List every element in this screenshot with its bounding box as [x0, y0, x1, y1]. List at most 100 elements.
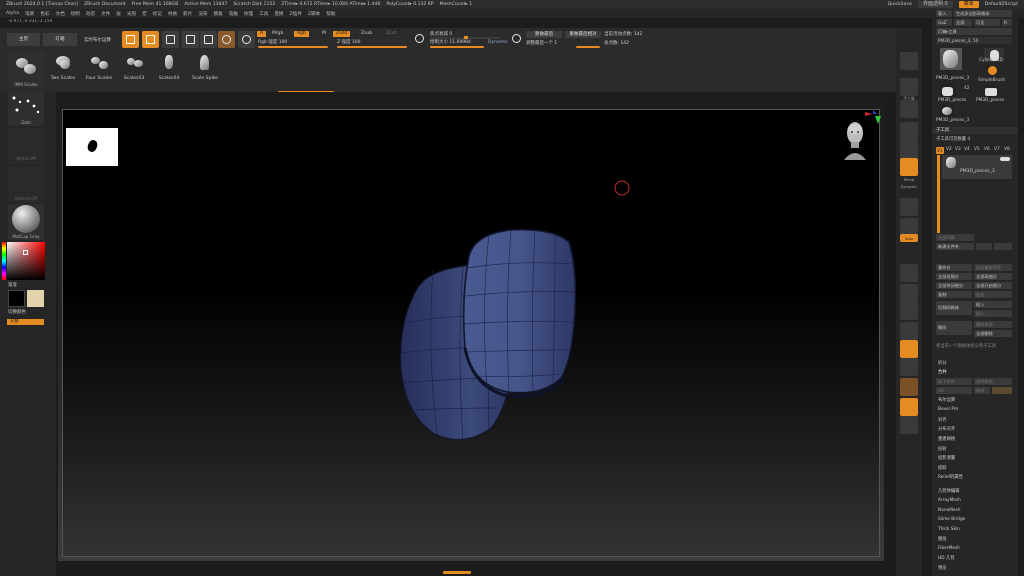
quicksave-button[interactable]: QuickSave [888, 2, 912, 7]
zoom-view-button[interactable] [900, 302, 918, 320]
brush-scale-spike[interactable]: Scale Spike [188, 52, 222, 81]
color-picker[interactable] [7, 242, 45, 280]
slime-bridge-menu[interactable]: Slime Bridge [938, 517, 965, 522]
menu-item[interactable]: 影片 [183, 11, 192, 17]
align-menu[interactable]: 对齐 [938, 417, 947, 423]
material-icon-button[interactable] [900, 52, 918, 70]
switch-color-button[interactable]: 切换颜色 [8, 309, 26, 315]
brush-scales03[interactable]: Scales03 [117, 52, 151, 81]
ghost-button[interactable] [900, 378, 918, 396]
lightbox-tools-button[interactable]: 灯箱▸工具 [936, 28, 1012, 35]
dynamic-toggle[interactable]: Dynamic [488, 40, 508, 45]
gizmo-button[interactable] [218, 31, 235, 48]
secondary-color-swatch[interactable] [27, 290, 44, 307]
edit-mode-button[interactable] [122, 31, 139, 48]
visible-button[interactable]: 可见 [974, 19, 1000, 26]
extract-menu[interactable]: 提取 [938, 465, 947, 471]
version-v1[interactable]: V1 [936, 147, 944, 154]
default-zscript[interactable]: DefaultZScript [985, 2, 1018, 7]
stroke-selector[interactable]: Dots [8, 90, 44, 126]
menu-item[interactable]: 模板 [214, 11, 223, 17]
hd-geometry-menu[interactable]: HD 几何 [938, 555, 955, 561]
line-fill-button[interactable] [900, 416, 918, 434]
texture-selector[interactable]: Texture Off [8, 166, 44, 202]
version-v3[interactable]: V3 [955, 147, 961, 153]
menu-item[interactable]: 变换 [274, 11, 283, 17]
new-folder-button[interactable]: 新建文件夹 [936, 243, 974, 250]
draw-size-slider[interactable] [430, 46, 484, 48]
delete-all-button[interactable]: 全部删除 [974, 330, 1012, 337]
geometry-edit-menu[interactable]: 几何体编辑 [938, 488, 959, 494]
goz-button[interactable]: GoZ [936, 19, 952, 26]
frame-button[interactable] [900, 264, 918, 282]
version-v5[interactable]: V5 [974, 147, 980, 153]
m-toggle[interactable]: M [322, 31, 326, 36]
remesh-menu[interactable]: 重建网格 [938, 436, 955, 442]
tool-thumb[interactable] [940, 84, 956, 98]
polyframe-button[interactable] [900, 340, 918, 358]
zsub-toggle[interactable]: Zsub [361, 31, 372, 36]
subtool-scrollbar[interactable] [937, 155, 940, 233]
boolean-menu[interactable]: 布尔运算 [938, 397, 955, 403]
version-v6[interactable]: V6 [984, 147, 990, 153]
rotate-view-button[interactable] [900, 322, 918, 340]
zcut-toggle[interactable]: Zcut [386, 31, 396, 36]
menu-item[interactable]: 文件 [101, 11, 110, 17]
adjust-last-slider[interactable] [576, 46, 600, 48]
auto-reorder-button[interactable]: 自动重新排序 [974, 264, 1012, 271]
cut-mesh-button[interactable]: 切割网格体 [936, 301, 972, 315]
make-polymesh-button[interactable]: 生成多边形网格体 [954, 10, 1012, 17]
rgb-toggle[interactable]: Rgb [294, 31, 309, 37]
menu-item[interactable]: 动态 [86, 11, 95, 17]
thick-skin-menu[interactable]: Thick Skin [938, 527, 960, 532]
brush-scales04[interactable]: Scales04 [152, 52, 186, 81]
insert-extra-button[interactable]: 插入 [974, 310, 1012, 317]
tool-thumb[interactable] [940, 48, 962, 70]
rename-button[interactable]: 重命名 [936, 264, 972, 271]
alternate-button[interactable]: 交替 [7, 319, 44, 325]
tool-thumb[interactable] [984, 86, 998, 98]
menu-item[interactable]: 渲染 [198, 11, 207, 17]
arrow-up-button[interactable] [976, 243, 992, 250]
delete-other-button[interactable]: 删除其他 [974, 321, 1012, 328]
duplicate-button[interactable]: 复制 [936, 291, 972, 298]
fibermesh-menu[interactable]: FiberMesh [938, 546, 960, 551]
eye-icon[interactable] [1000, 157, 1010, 161]
all-off-button[interactable]: 全部关闭细分 [936, 282, 972, 289]
list-all-button[interactable]: 全部列表 [936, 234, 974, 241]
scroll-button[interactable] [900, 100, 918, 118]
r-button[interactable]: R [1002, 19, 1012, 26]
weld-button[interactable]: 焊接 [974, 387, 990, 394]
menu-item[interactable]: 笔触 [229, 11, 238, 17]
split-menu[interactable]: 拆分 [938, 360, 947, 366]
menu-item[interactable]: 材质 [168, 11, 177, 17]
version-v8[interactable]: V8 [1004, 147, 1010, 153]
subtool-item[interactable]: PM3D_pieces_3 [942, 155, 1012, 179]
subtool-button[interactable]: 子工具 [900, 78, 918, 101]
delete-button[interactable]: 删除 [936, 321, 972, 335]
menu-item[interactable]: 笔刷 [25, 11, 34, 17]
project-menu[interactable]: 投射 [938, 446, 947, 452]
menu-item[interactable]: Alpha [6, 11, 19, 16]
merge-similar-button[interactable]: 合并相似 [974, 378, 1012, 385]
live-boolean-button[interactable]: 实时布尔运算 [84, 37, 111, 43]
transparency-slider[interactable]: 界面透明 0 [917, 1, 953, 8]
persp-button[interactable]: Persp [900, 158, 918, 182]
xpose-button[interactable] [900, 398, 918, 416]
preview-menu[interactable]: 预览 [938, 565, 947, 571]
actual-button[interactable] [900, 140, 918, 158]
merge-down-button[interactable]: 向下合并 [936, 378, 972, 385]
home-button[interactable]: 主页 [7, 33, 40, 46]
load-tool-button[interactable]: 载入 [936, 10, 952, 17]
bevel-pro-menu[interactable]: Bevel Pro [938, 407, 958, 412]
rotate-mode-button[interactable] [200, 31, 217, 48]
menu-item[interactable]: 光照 [127, 11, 136, 17]
hue-strip[interactable] [2, 242, 6, 280]
relief-menu[interactable]: Relief的属性 [938, 474, 963, 480]
version-v4[interactable]: V4 [964, 147, 970, 153]
alpha-selector[interactable]: Alpha Off [8, 128, 44, 164]
bottom-shelf-handle[interactable] [443, 571, 471, 574]
arraymesh-menu[interactable]: ArrayMesh [938, 498, 961, 503]
a-toggle[interactable]: A [257, 31, 267, 37]
floor-button[interactable] [900, 198, 918, 216]
